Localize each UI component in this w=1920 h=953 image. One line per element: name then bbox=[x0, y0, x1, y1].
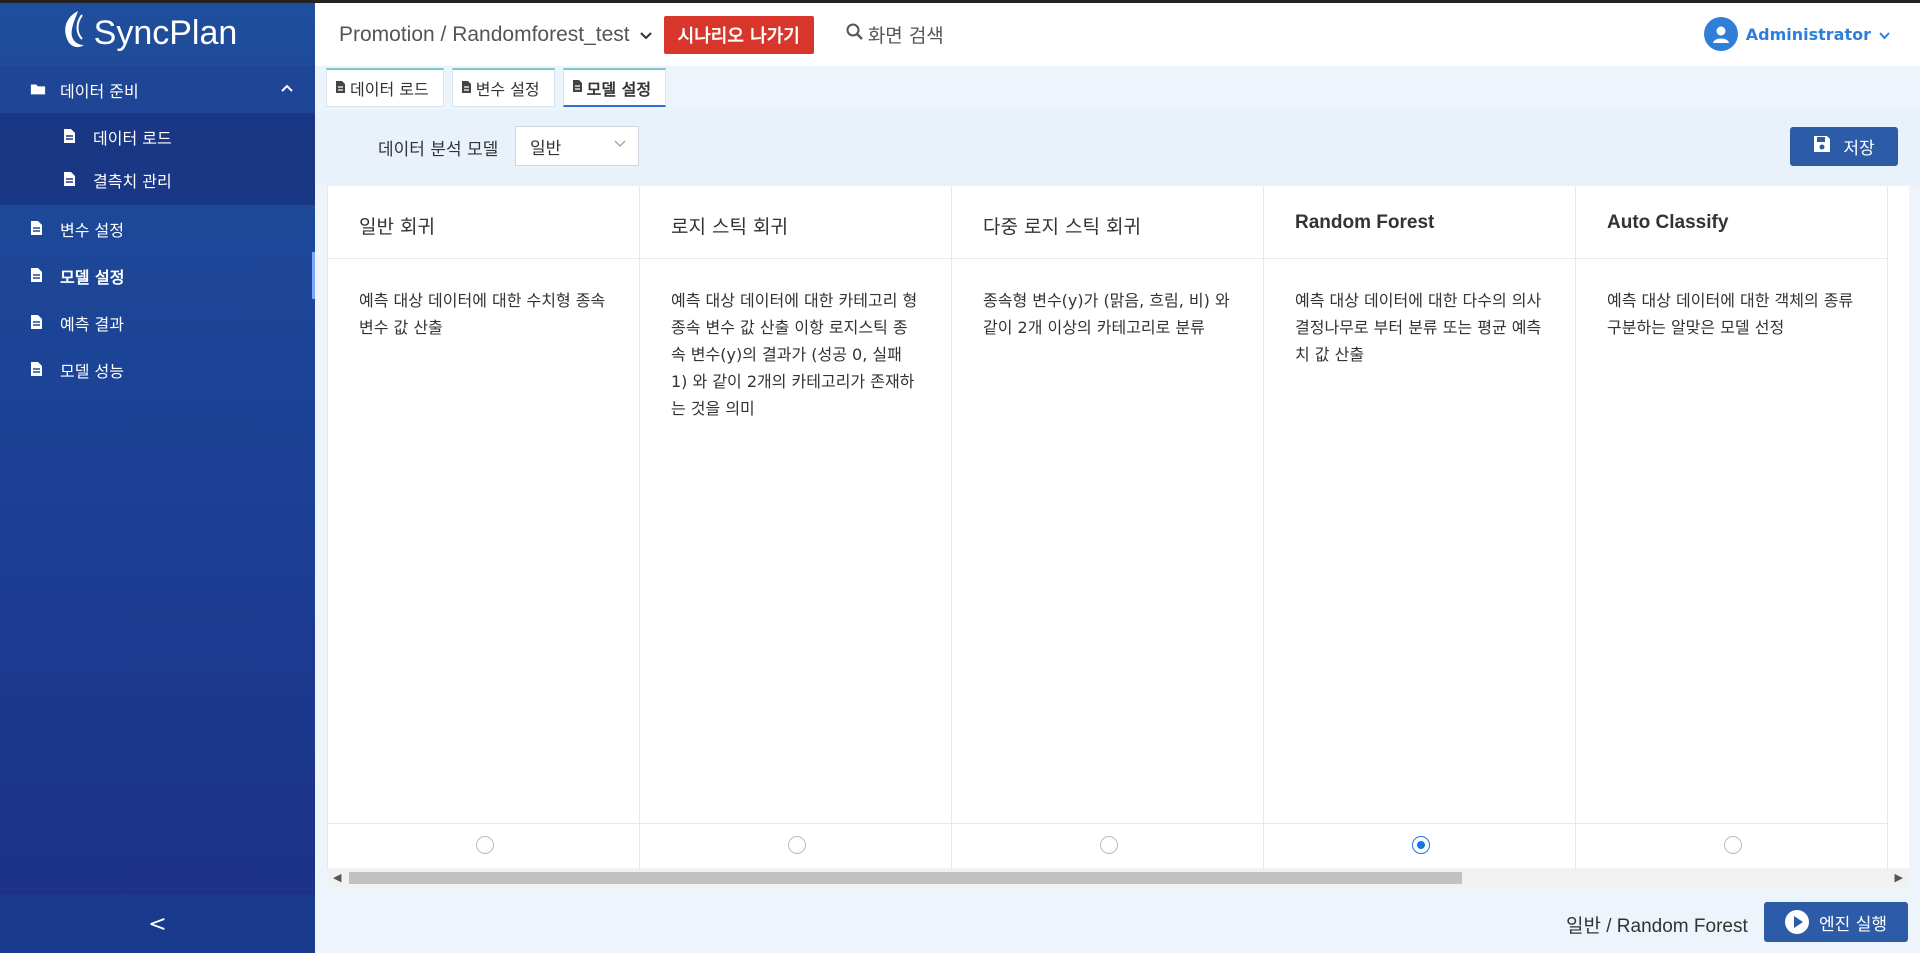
chevron-left-icon: < bbox=[148, 911, 167, 937]
model-card-description: 예측 대상 데이터에 대한 수치형 종속 변수 값 산출 bbox=[359, 291, 606, 337]
scroll-left-arrow-icon[interactable]: ◀ bbox=[333, 871, 341, 884]
scroll-right-arrow-icon[interactable]: ▶ bbox=[1895, 871, 1903, 884]
model-card-linear-regression[interactable]: 일반 회귀 예측 대상 데이터에 대한 수치형 종속 변수 값 산출 bbox=[328, 186, 640, 868]
model-card-multinomial-logistic[interactable]: 다중 로지 스틱 회귀 종속형 변수(y)가 (맑음, 흐림, 비) 와 같이 … bbox=[952, 186, 1264, 868]
sidebar-item-variable-settings[interactable]: 변수 설정 bbox=[0, 205, 315, 252]
document-icon bbox=[30, 267, 46, 285]
scrollbar-thumb[interactable] bbox=[349, 872, 1462, 884]
model-radio[interactable] bbox=[788, 836, 806, 854]
chevron-down-icon bbox=[1879, 25, 1890, 44]
user-menu[interactable]: Administrator bbox=[1703, 17, 1890, 51]
folder-icon bbox=[30, 81, 46, 99]
sidebar-item-label: 데이터 로드 bbox=[93, 128, 172, 148]
select-value: 일반 bbox=[530, 138, 562, 159]
selected-model-status: 일반 / Random Forest bbox=[1566, 916, 1748, 937]
sidebar-collapse-button[interactable]: < bbox=[0, 895, 315, 953]
document-icon bbox=[572, 78, 583, 97]
model-radio[interactable] bbox=[1100, 836, 1118, 854]
tab-label: 데이터 로드 bbox=[350, 80, 429, 99]
tab-label: 변수 설정 bbox=[475, 80, 540, 99]
window-top-border bbox=[0, 0, 1920, 3]
exit-scenario-button[interactable]: 시나리오 나가기 bbox=[663, 15, 814, 54]
save-label: 저장 bbox=[1843, 139, 1875, 159]
screen-search[interactable]: 화면 검색 bbox=[846, 21, 944, 48]
model-type-select[interactable]: 일반 bbox=[515, 126, 639, 166]
sidebar: SyncPlan 데이터 준비 데이터 로드 결측치 관리 변수 설정 모델 설… bbox=[0, 0, 315, 953]
horizontal-scrollbar[interactable]: ◀ ▶ bbox=[327, 869, 1909, 887]
run-engine-button[interactable]: 엔진 실행 bbox=[1764, 902, 1908, 942]
search-label: 화면 검색 bbox=[867, 25, 944, 47]
sidebar-item-label: 모델 설정 bbox=[60, 267, 125, 287]
chevron-down-icon bbox=[639, 27, 652, 43]
sidebar-item-data-prep[interactable]: 데이터 준비 bbox=[0, 66, 315, 113]
sidebar-item-label: 데이터 준비 bbox=[60, 81, 139, 101]
floppy-disk-icon bbox=[1813, 135, 1831, 158]
model-card-title: Random Forest bbox=[1264, 186, 1575, 259]
nav-group-data-prep: 데이터 준비 데이터 로드 결측치 관리 bbox=[0, 66, 315, 205]
model-card-title: 다중 로지 스틱 회귀 bbox=[952, 186, 1263, 259]
tab-data-load[interactable]: 데이터 로드 bbox=[326, 68, 444, 107]
document-icon bbox=[30, 361, 46, 379]
model-card-description: 종속형 변수(y)가 (맑음, 흐림, 비) 와 같이 2개 이상의 카테고리로… bbox=[983, 291, 1230, 337]
model-card-title: 일반 회귀 bbox=[328, 186, 639, 259]
document-icon bbox=[63, 171, 79, 189]
sidebar-item-model-performance[interactable]: 모델 성능 bbox=[0, 346, 315, 393]
sidebar-item-label: 모델 성능 bbox=[60, 361, 124, 381]
sidebar-item-label: 변수 설정 bbox=[60, 220, 124, 240]
logo-text: SyncPlan bbox=[93, 13, 238, 52]
model-card-footer bbox=[1264, 823, 1575, 868]
model-card-title: 로지 스틱 회귀 bbox=[640, 186, 951, 259]
document-icon bbox=[30, 314, 46, 332]
user-name: Administrator bbox=[1745, 24, 1871, 44]
user-avatar-icon bbox=[1703, 17, 1738, 51]
tab-variable-settings[interactable]: 변수 설정 bbox=[451, 68, 555, 107]
model-radio-selected[interactable] bbox=[1412, 836, 1430, 854]
chevron-up-icon bbox=[281, 80, 293, 96]
document-icon bbox=[63, 128, 79, 146]
model-card-auto-classify[interactable]: Auto Classify 예측 대상 데이터에 대한 객체의 종류 구분하는 … bbox=[1576, 186, 1888, 868]
model-card-footer bbox=[1576, 823, 1887, 868]
top-header: Promotion / Randomforest_test 시나리오 나가기 화… bbox=[315, 3, 1920, 66]
model-card-random-forest[interactable]: Random Forest 예측 대상 데이터에 대한 다수의 의사결정나무로 … bbox=[1264, 186, 1576, 868]
model-cards-grid: 일반 회귀 예측 대상 데이터에 대한 수치형 종속 변수 값 산출 로지 스틱… bbox=[327, 186, 1909, 868]
model-select-label: 데이터 분석 모델 bbox=[378, 140, 499, 160]
model-card-description: 예측 대상 데이터에 대한 다수의 의사결정나무로 부터 분류 또는 평균 예측… bbox=[1295, 291, 1542, 364]
page-tabs: 데이터 로드 변수 설정 모델 설정 bbox=[326, 68, 667, 107]
model-card-footer bbox=[952, 823, 1263, 868]
tab-model-settings[interactable]: 모델 설정 bbox=[562, 68, 667, 107]
sidebar-item-prediction-results[interactable]: 예측 결과 bbox=[0, 299, 315, 346]
model-card-footer bbox=[328, 823, 639, 868]
active-indicator bbox=[312, 252, 315, 299]
model-card-footer bbox=[640, 823, 951, 868]
chevron-down-icon bbox=[614, 136, 626, 152]
model-radio[interactable] bbox=[476, 836, 494, 854]
model-card-logistic-regression[interactable]: 로지 스틱 회귀 예측 대상 데이터에 대한 카테고리 형 종속 변수 값 산출… bbox=[640, 186, 952, 868]
logo-mark-icon bbox=[58, 9, 88, 58]
save-button[interactable]: 저장 bbox=[1790, 127, 1898, 166]
play-icon bbox=[1785, 910, 1810, 934]
sidebar-item-label: 결측치 관리 bbox=[93, 171, 172, 191]
search-icon bbox=[846, 23, 864, 46]
model-card-title: Auto Classify bbox=[1576, 186, 1887, 259]
tab-label: 모델 설정 bbox=[586, 79, 652, 99]
model-card-next-partial[interactable] bbox=[1888, 186, 1909, 868]
sidebar-item-data-load[interactable]: 데이터 로드 bbox=[0, 115, 315, 158]
document-icon bbox=[461, 79, 472, 98]
document-icon bbox=[30, 220, 46, 238]
app-logo[interactable]: SyncPlan bbox=[0, 0, 315, 66]
nav-sub-list: 데이터 로드 결측치 관리 bbox=[0, 113, 315, 205]
model-toolbar: 데이터 분석 모델 일반 저장 bbox=[315, 110, 1920, 186]
sidebar-item-model-settings[interactable]: 모델 설정 bbox=[0, 252, 315, 299]
sidebar-item-label: 예측 결과 bbox=[60, 314, 124, 334]
breadcrumb-text: Promotion / Randomforest_test bbox=[339, 22, 630, 46]
model-radio[interactable] bbox=[1724, 836, 1742, 854]
model-card-description: 예측 대상 데이터에 대한 객체의 종류 구분하는 알맞은 모델 선정 bbox=[1607, 291, 1854, 337]
document-icon bbox=[335, 79, 346, 98]
model-card-description: 예측 대상 데이터에 대한 카테고리 형 종속 변수 값 산출 이항 로지스틱 … bbox=[671, 291, 918, 418]
breadcrumb[interactable]: Promotion / Randomforest_test bbox=[339, 23, 652, 47]
sidebar-item-missing-values[interactable]: 결측치 관리 bbox=[0, 158, 315, 201]
run-label: 엔진 실행 bbox=[1819, 914, 1887, 935]
